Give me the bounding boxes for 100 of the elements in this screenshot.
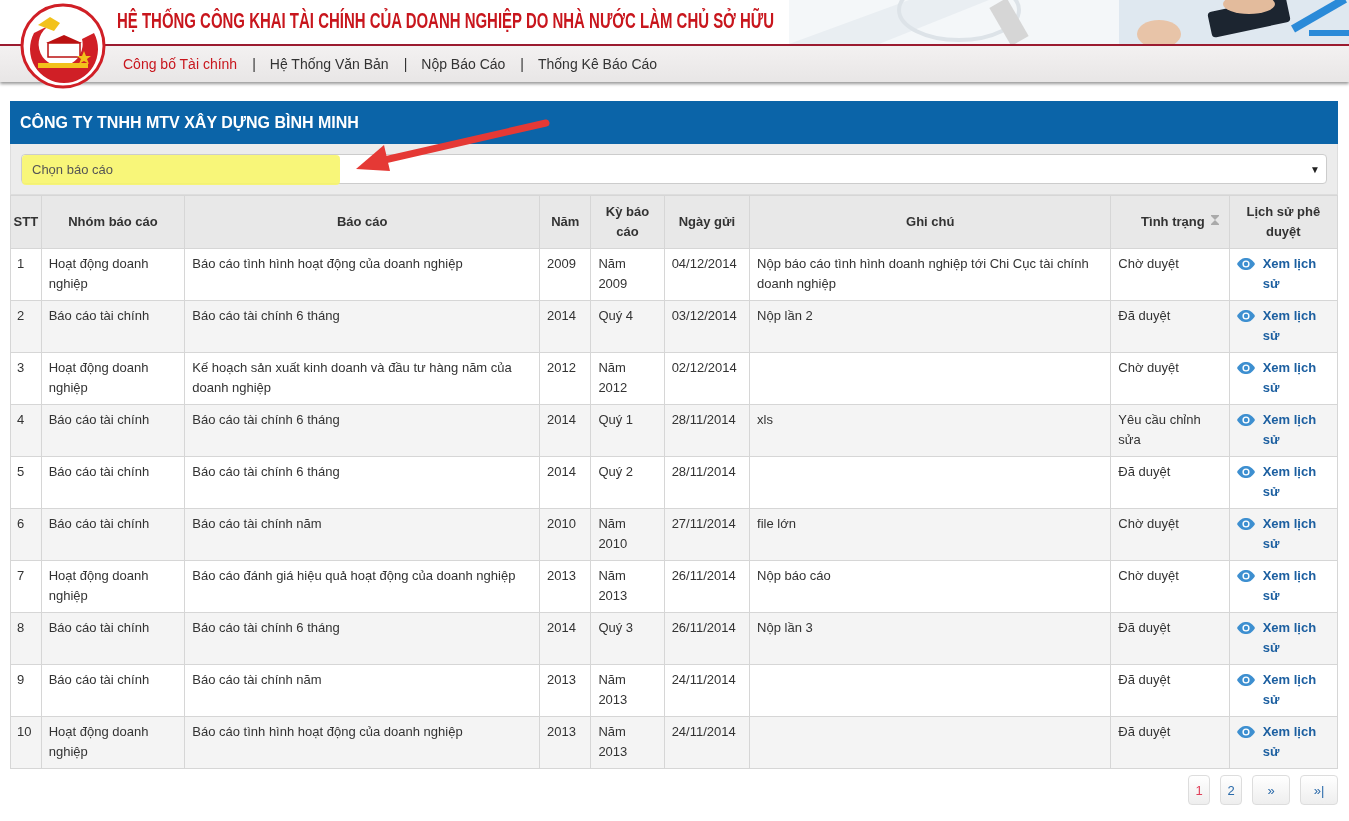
nav-separator: | <box>403 56 408 72</box>
table-cell: 2013 <box>547 672 576 687</box>
nav-link[interactable]: Hệ Thống Văn Bản <box>269 56 389 72</box>
page-button[interactable]: 2 <box>1220 775 1242 805</box>
table-cell: Hoạt động doanh nghiệp <box>48 360 149 395</box>
table-cell: 10 <box>17 724 32 739</box>
eye-icon <box>1236 622 1255 634</box>
table-cell: Đã duyệt <box>1118 620 1171 635</box>
table-cell: Hoạt động doanh nghiệp <box>48 724 149 759</box>
column-header: Nhóm báo cáo <box>68 214 158 229</box>
table-cell: Báo cáo tài chính năm <box>192 672 322 687</box>
table-cell: Năm 2013 <box>598 672 628 707</box>
nav-link[interactable]: Nộp Báo Cáo <box>421 56 506 72</box>
table-cell: Báo cáo tài chính <box>48 620 150 635</box>
table-cell: Hoạt động doanh nghiệp <box>48 568 149 603</box>
table-cell: Báo cáo tài chính 6 tháng <box>192 308 340 323</box>
table-cell: Nộp báo cáo <box>757 568 831 583</box>
table-cell: file lớn <box>757 516 796 531</box>
table-cell: 8 <box>17 620 25 635</box>
table-cell: 2014 <box>547 620 576 635</box>
eye-icon <box>1236 726 1255 738</box>
eye-icon <box>1236 570 1255 582</box>
nav-link[interactable]: Thống Kê Báo Cáo <box>538 56 658 72</box>
table-cell: Năm 2013 <box>598 568 628 603</box>
column-header: Ngày gửi <box>678 214 736 229</box>
site-title: HỆ THỐNG CÔNG KHAI TÀI CHÍNH CỦA DOANH NGHIỆP DO NHÀ NƯỚC LÀM CHỦ SỞ HỮU <box>117 8 775 34</box>
table-cell: Chờ duyệt <box>1118 256 1179 271</box>
table-cell: Báo cáo tài chính 6 tháng <box>192 464 340 479</box>
next-page-button[interactable]: » <box>1252 775 1290 805</box>
table-cell: Báo cáo tài chính 6 tháng <box>192 620 340 635</box>
table-cell: Năm 2010 <box>598 516 628 551</box>
column-header: Báo cáo <box>336 214 388 229</box>
table-cell: Báo cáo tài chính <box>48 308 150 323</box>
table-cell: Báo cáo tài chính <box>48 464 150 479</box>
table-cell: 7 <box>17 568 25 583</box>
table-cell: Chờ duyệt <box>1118 516 1179 531</box>
table-cell: 6 <box>17 516 25 531</box>
table-cell: 5 <box>17 464 25 479</box>
table-cell: xls <box>757 412 773 427</box>
table-cell: Kế hoạch sản xuất kinh doanh và đầu tư hàng năm của doanh nghiệp <box>192 360 512 395</box>
table-cell: 26/11/2014 <box>671 620 736 635</box>
column-header: Năm <box>551 214 580 229</box>
table-cell: Hoạt động doanh nghiệp <box>48 256 149 291</box>
table-cell: Yêu cầu chỉnh sửa <box>1118 412 1201 447</box>
table-cell: Chờ duyệt <box>1118 568 1179 583</box>
eye-icon <box>1236 258 1255 270</box>
column-header: Lịch sử phê duyệt <box>1246 204 1321 239</box>
nav-link[interactable]: Công bố Tài chính <box>123 56 238 72</box>
eye-icon <box>1236 310 1255 322</box>
table-cell: Quý 2 <box>598 464 634 479</box>
company-title: CÔNG TY TNHH MTV XÂY DỰNG BÌNH MINH <box>20 113 359 132</box>
column-header: Tình trạng <box>1141 214 1205 229</box>
table-cell: 24/11/2014 <box>671 672 736 687</box>
page-button[interactable]: 1 <box>1188 775 1210 805</box>
eye-icon <box>1236 466 1255 478</box>
table-cell: Báo cáo tình hình hoạt động của doanh nghiệp <box>192 724 463 739</box>
table-cell: 26/11/2014 <box>671 568 736 583</box>
table-cell: 03/12/2014 <box>671 308 737 323</box>
nav-separator: | <box>252 56 256 72</box>
table-cell: Năm 2009 <box>598 256 628 291</box>
table-cell: 3 <box>17 360 25 375</box>
table-cell: Báo cáo tài chính <box>48 516 150 531</box>
table-cell: 2013 <box>547 724 576 739</box>
table-cell: 2 <box>17 308 25 323</box>
report-select[interactable]: Chọn báo cáo ▼ <box>21 154 1327 184</box>
table-cell: Năm 2012 <box>598 360 628 395</box>
eye-icon <box>1236 518 1255 530</box>
nav-separator: | <box>520 56 524 72</box>
table-cell: Nộp lần 2 <box>757 308 813 323</box>
table-cell: Báo cáo tài chính <box>48 412 150 427</box>
table-cell: Nộp báo cáo tình hình doanh nghiệp tới Chi Cục tài chính doanh nghiệp <box>757 256 1089 291</box>
table-cell: Năm 2013 <box>598 724 628 759</box>
table-cell: 2009 <box>547 256 576 271</box>
table-cell: 2014 <box>547 308 576 323</box>
table-cell: 4 <box>17 412 25 427</box>
table-cell: 9 <box>17 672 25 687</box>
table-cell: Đã duyệt <box>1118 308 1171 323</box>
table-cell: 2010 <box>547 516 576 531</box>
table-cell: Đã duyệt <box>1118 464 1171 479</box>
eye-icon <box>1236 362 1255 374</box>
table-cell: Quý 1 <box>598 412 634 427</box>
table-cell: Báo cáo tài chính <box>48 672 150 687</box>
table-cell: 2012 <box>547 360 576 375</box>
table-cell: Báo cáo tình hình hoạt động của doanh nghiệp <box>192 256 463 271</box>
table-cell: Chờ duyệt <box>1118 360 1179 375</box>
table-cell: 04/12/2014 <box>671 256 737 271</box>
sort-icon[interactable] <box>1210 215 1219 225</box>
eye-icon <box>1236 674 1255 686</box>
column-header: Kỳ báo cáo <box>605 204 650 239</box>
last-page-button[interactable]: »| <box>1300 775 1338 805</box>
table-cell: 02/12/2014 <box>671 360 737 375</box>
table-cell: Quý 3 <box>598 620 634 635</box>
table-cell: 2014 <box>547 412 576 427</box>
table-cell: Báo cáo đánh giá hiệu quả hoạt động của doanh nghiệp <box>192 568 516 583</box>
eye-icon <box>1236 414 1255 426</box>
table-cell: 2014 <box>547 464 576 479</box>
dropdown-arrow-icon: ▼ <box>1310 163 1320 175</box>
column-header: Ghi chú <box>906 214 955 229</box>
table-cell: 24/11/2014 <box>671 724 736 739</box>
table-cell: Đã duyệt <box>1118 724 1171 739</box>
